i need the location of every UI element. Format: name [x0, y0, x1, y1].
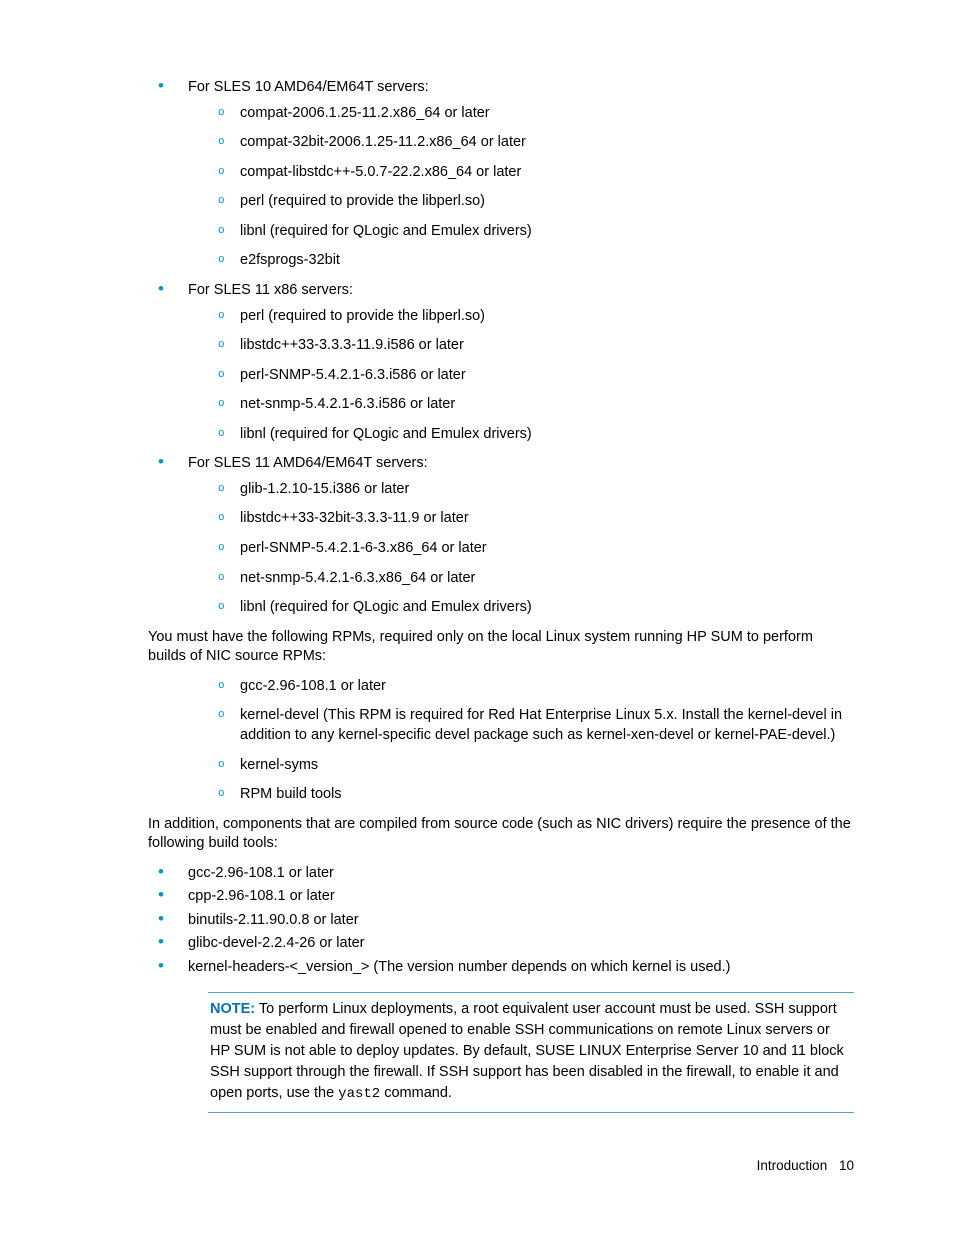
paragraph: In addition, components that are compile…: [148, 815, 854, 854]
section-label: For SLES 11 x86 servers:: [188, 282, 353, 298]
list-item: For SLES 10 AMD64/EM64T servers: compat-…: [148, 78, 854, 271]
requirements-list: For SLES 10 AMD64/EM64T servers: compat-…: [148, 78, 854, 618]
list-item: binutils-2.11.90.0.8 or later: [148, 911, 854, 931]
document-page: For SLES 10 AMD64/EM64T servers: compat-…: [0, 0, 954, 1235]
note-text: To perform Linux deployments, a root equ…: [210, 1001, 844, 1101]
sub-item: perl-SNMP-5.4.2.1-6.3.i586 or later: [188, 366, 854, 386]
sub-item: net-snmp-5.4.2.1-6.3.i586 or later: [188, 395, 854, 415]
sub-item: compat-2006.1.25-11.2.x86_64 or later: [188, 104, 854, 124]
list-item: gcc-2.96-108.1 or later: [148, 864, 854, 884]
sub-item: e2fsprogs-32bit: [188, 251, 854, 271]
sub-item: glib-1.2.10-15.i386 or later: [188, 480, 854, 500]
sub-item: perl (required to provide the libperl.so…: [188, 192, 854, 212]
list-item: glibc-devel-2.2.4-26 or later: [148, 934, 854, 954]
sub-item: libnl (required for QLogic and Emulex dr…: [188, 425, 854, 445]
sub-item: kernel-syms: [188, 756, 854, 776]
note-label: NOTE:: [210, 1001, 255, 1017]
sub-item: perl-SNMP-5.4.2.1-6-3.x86_64 or later: [188, 539, 854, 559]
sub-list: perl (required to provide the libperl.so…: [188, 307, 854, 445]
sub-item: RPM build tools: [188, 785, 854, 805]
sub-item: libstdc++33-3.3.3-11.9.i586 or later: [188, 336, 854, 356]
sub-item: compat-libstdc++-5.0.7-22.2.x86_64 or la…: [188, 163, 854, 183]
sub-item: libnl (required for QLogic and Emulex dr…: [188, 222, 854, 242]
footer-page-number: 10: [839, 1158, 854, 1173]
sub-item: gcc-2.96-108.1 or later: [188, 677, 854, 697]
sub-list: glib-1.2.10-15.i386 or later libstdc++33…: [188, 480, 854, 618]
sub-list: compat-2006.1.25-11.2.x86_64 or later co…: [188, 104, 854, 271]
sub-item: libnl (required for QLogic and Emulex dr…: [188, 598, 854, 618]
build-tools-list: gcc-2.96-108.1 or later cpp-2.96-108.1 o…: [148, 864, 854, 978]
section-label: For SLES 11 AMD64/EM64T servers:: [188, 455, 428, 471]
sub-item: compat-32bit-2006.1.25-11.2.x86_64 or la…: [188, 133, 854, 153]
footer-section: Introduction: [757, 1158, 828, 1173]
sub-item: net-snmp-5.4.2.1-6.3.x86_64 or later: [188, 569, 854, 589]
list-item: For SLES 11 AMD64/EM64T servers: glib-1.…: [148, 454, 854, 617]
note-command: yast2: [338, 1086, 380, 1102]
page-footer: Introduction 10: [757, 1157, 854, 1175]
sub-item: kernel-devel (This RPM is required for R…: [188, 706, 854, 745]
rpm-list: gcc-2.96-108.1 or later kernel-devel (Th…: [188, 677, 854, 805]
list-item: For SLES 11 x86 servers: perl (required …: [148, 281, 854, 444]
paragraph: You must have the following RPMs, requir…: [148, 628, 854, 667]
sub-item: perl (required to provide the libperl.so…: [188, 307, 854, 327]
sub-item: libstdc++33-32bit-3.3.3-11.9 or later: [188, 509, 854, 529]
list-item: cpp-2.96-108.1 or later: [148, 887, 854, 907]
note-box: NOTE: To perform Linux deployments, a ro…: [208, 992, 854, 1113]
section-label: For SLES 10 AMD64/EM64T servers:: [188, 79, 429, 95]
list-item: kernel-headers-<_version_> (The version …: [148, 958, 854, 978]
note-text-after: command.: [380, 1085, 452, 1101]
